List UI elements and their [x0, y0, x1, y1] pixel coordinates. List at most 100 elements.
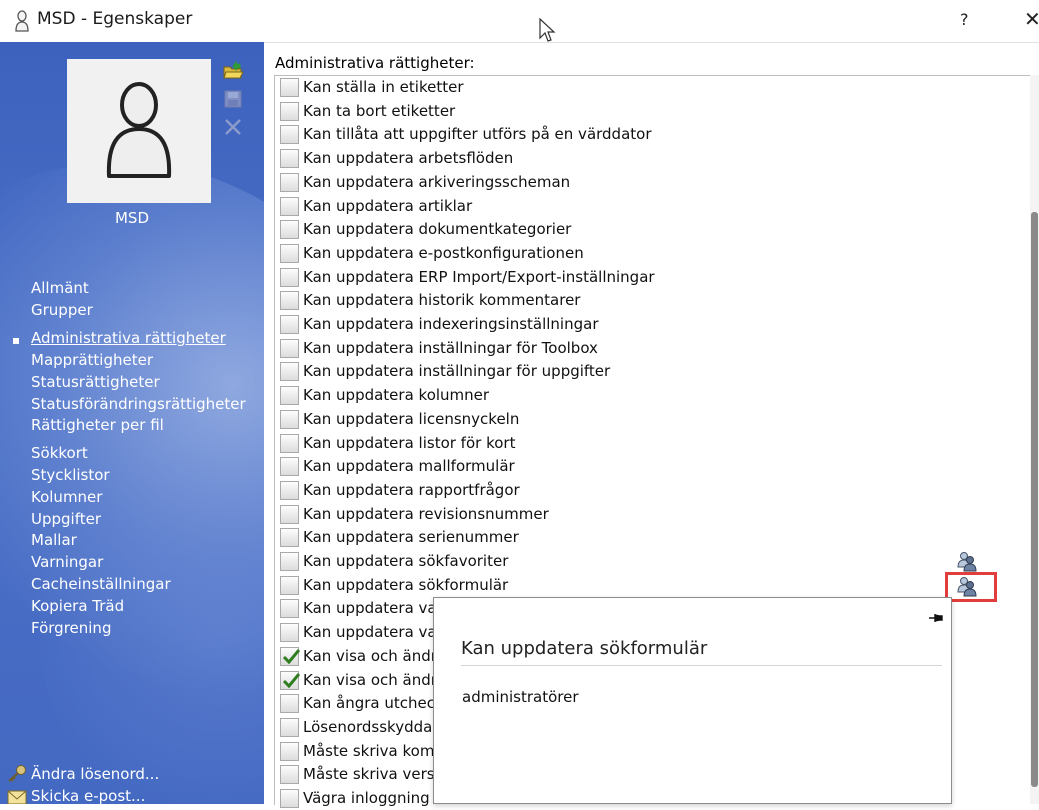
- checkbox[interactable]: [280, 386, 299, 406]
- delete-icon[interactable]: [222, 116, 244, 138]
- permission-label: Kan uppdatera historik kommentarer: [303, 291, 581, 310]
- permission-label: Kan uppdatera indexeringsinställningar: [303, 315, 599, 333]
- permission-label: Kan uppdatera vari: [303, 623, 447, 642]
- window-title: MSD - Egenskaper: [37, 9, 193, 29]
- user-group-icon[interactable]: [956, 550, 978, 572]
- checkbox[interactable]: [280, 125, 299, 145]
- checkbox[interactable]: [280, 480, 299, 500]
- permission-label: Kan visa och ändra: [303, 670, 447, 689]
- active-nav-marker: [13, 338, 19, 344]
- nav-item-statusforandringsrattigheter[interactable]: Statusförändringsrättigheter: [31, 395, 246, 413]
- checkbox[interactable]: [280, 717, 299, 737]
- close-button[interactable]: ✕: [1024, 7, 1039, 31]
- permission-label: Måste skriva versio: [303, 765, 448, 784]
- scrollbar-thumb[interactable]: [1031, 212, 1038, 787]
- mouse-cursor-icon: [539, 18, 556, 42]
- checkbox[interactable]: [280, 457, 299, 477]
- checkbox[interactable]: [280, 504, 299, 524]
- permission-label: Kan uppdatera rapportfrågor: [303, 480, 520, 499]
- permission-label: Kan tillåta att uppgifter utförs på en v…: [303, 125, 652, 144]
- nav-item-kopiera-trad[interactable]: Kopiera Träd: [31, 597, 124, 615]
- checkbox-checked[interactable]: [280, 670, 300, 690]
- permission-label: Kan uppdatera sökformulär: [303, 575, 509, 594]
- permission-label: Kan uppdatera e-postkonfigurationen: [303, 243, 584, 262]
- checkmark-icon: [282, 672, 300, 688]
- pin-icon[interactable]: [928, 611, 944, 625]
- nav-item-cacheinstallningar[interactable]: Cacheinställningar: [31, 575, 171, 593]
- checkbox[interactable]: [280, 243, 299, 263]
- permission-label: Kan uppdatera serienummer: [303, 528, 519, 547]
- nav-item-statusrattigheter[interactable]: Statusrättigheter: [31, 373, 160, 391]
- nav-item-grupper[interactable]: Grupper: [31, 301, 93, 319]
- user-name: MSD: [114, 209, 149, 227]
- checkbox[interactable]: [280, 741, 299, 761]
- nav-item-uppgifter[interactable]: Uppgifter: [31, 510, 101, 528]
- save-icon[interactable]: [222, 88, 244, 110]
- checkbox[interactable]: [280, 196, 299, 216]
- permission-label: Kan uppdatera mallformulär: [303, 457, 515, 476]
- title-bar: MSD - Egenskaper ? ✕: [0, 0, 1039, 43]
- checkbox[interactable]: [280, 765, 299, 785]
- checkbox[interactable]: [280, 267, 299, 287]
- permission-label: Kan uppdatera arkiveringsscheman: [303, 172, 571, 191]
- checkbox-checked[interactable]: [280, 646, 300, 666]
- permission-label: Kan uppdatera inställningar för uppgifte…: [303, 362, 611, 381]
- permission-label: Kan ta bort etiketter: [303, 101, 456, 120]
- nav-item-kolumner[interactable]: Kolumner: [31, 488, 102, 506]
- checkbox[interactable]: [280, 623, 299, 643]
- checkmark-icon: [282, 648, 300, 665]
- nav-item-mapprattigheter[interactable]: Mapprättigheter: [31, 351, 153, 369]
- nav-item-mallar[interactable]: Mallar: [31, 531, 77, 549]
- checkbox[interactable]: [280, 789, 299, 808]
- help-button[interactable]: ?: [960, 10, 969, 29]
- open-folder-icon[interactable]: [222, 60, 244, 82]
- nav-item-forgrening[interactable]: Förgrening: [31, 619, 111, 637]
- nav-item-rattigheter-per-fil[interactable]: Rättigheter per fil: [31, 416, 164, 434]
- nav-item-sokkort[interactable]: Sökkort: [31, 444, 88, 462]
- nav-item-administrativa-rattigheter[interactable]: Administrativa rättigheter: [31, 329, 226, 347]
- permission-label: Vägra inloggning: [303, 789, 430, 807]
- permission-label: Kan visa och ändra: [303, 646, 447, 665]
- left-panel: MSD Allmänt Grupper Administrativa rätti…: [0, 42, 264, 804]
- nav-item-allmant[interactable]: Allmänt: [31, 279, 89, 297]
- checkbox[interactable]: [280, 291, 299, 311]
- permission-label: Kan uppdatera dokumentkategorier: [303, 220, 572, 239]
- permission-label: Kan uppdatera revisionsnummer: [303, 504, 549, 523]
- permission-label: Kan uppdatera listor för kort: [303, 433, 516, 452]
- permission-label: Kan uppdatera ERP Import/Export-inställn…: [303, 267, 655, 286]
- nav-item-varningar[interactable]: Varningar: [31, 553, 103, 571]
- permission-label: Kan uppdatera sökfavoriter: [303, 552, 509, 570]
- tooltip-body: administratörer: [462, 688, 579, 706]
- send-email-link[interactable]: Skicka e-post...: [31, 787, 145, 804]
- change-password-link[interactable]: Ändra lösenord...: [31, 765, 159, 783]
- user-silhouette-icon: [106, 82, 172, 178]
- nav-item-stycklistor[interactable]: Stycklistor: [31, 466, 110, 484]
- checkbox[interactable]: [280, 409, 299, 429]
- checkbox[interactable]: [280, 172, 299, 192]
- checkbox[interactable]: [280, 433, 299, 453]
- tooltip-title: Kan uppdatera sökformulär: [461, 638, 708, 659]
- checkbox[interactable]: [280, 149, 299, 169]
- permission-label: Kan uppdatera valv: [303, 599, 450, 618]
- checkbox[interactable]: [280, 315, 299, 334]
- checkbox[interactable]: [280, 694, 299, 714]
- checkbox[interactable]: [280, 552, 299, 571]
- permission-label: Kan ångra utchecka: [303, 694, 453, 713]
- permission-label: Kan ställa in etiketter: [303, 78, 464, 96]
- checkbox[interactable]: [280, 220, 299, 240]
- key-icon: [8, 765, 26, 782]
- checkbox[interactable]: [280, 528, 299, 548]
- checkbox[interactable]: [280, 101, 299, 121]
- tooltip-divider: [461, 665, 942, 666]
- permission-label: Kan uppdatera kolumner: [303, 386, 490, 405]
- permission-label: Måste skriva komm: [303, 741, 450, 760]
- checkbox[interactable]: [280, 338, 299, 358]
- checkbox[interactable]: [280, 575, 299, 595]
- permission-label: Kan uppdatera licensnyckeln: [303, 409, 520, 428]
- permission-label: Kan uppdatera arbetsflöden: [303, 149, 514, 168]
- permission-label: Kan uppdatera inställningar för Toolbox: [303, 338, 598, 357]
- envelope-icon: [7, 790, 27, 804]
- checkbox[interactable]: [280, 78, 299, 97]
- checkbox[interactable]: [280, 362, 299, 382]
- checkbox[interactable]: [280, 599, 299, 619]
